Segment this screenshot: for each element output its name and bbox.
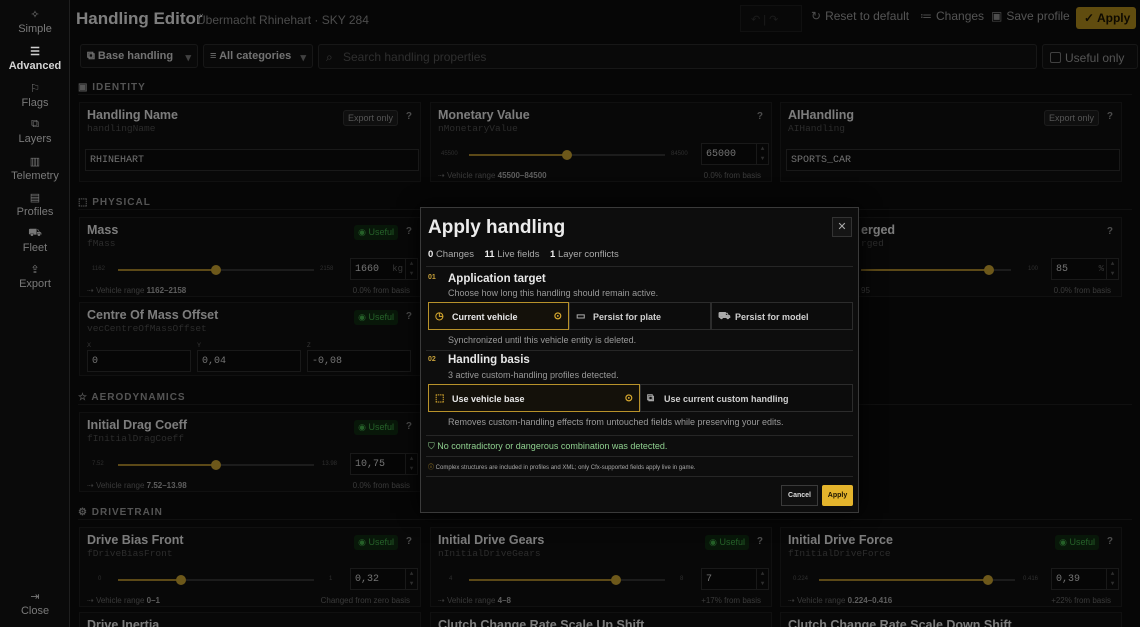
logout-icon: ⇥ — [30, 591, 40, 603]
file-icon: ▤ — [29, 192, 41, 204]
apply-handling-dialog: Apply handling ✕ 0 Changes 11 Live field… — [420, 207, 859, 513]
sidebar-item-layers[interactable]: ⧉ Layers — [0, 118, 70, 145]
step-title: Handling basis — [448, 354, 530, 366]
divider — [426, 435, 853, 436]
sparkle-icon: ✧ — [30, 9, 40, 21]
layers-icon: ⧉ — [31, 118, 39, 130]
validation-text: No contradictory or dangerous combinatio… — [437, 441, 668, 451]
sliders-icon: ☰ — [30, 46, 40, 58]
divider — [426, 476, 853, 477]
sidebar-item-label: Advanced — [8, 60, 62, 72]
option-persist-model[interactable]: ⛟ Persist for model — [711, 302, 853, 330]
dialog-title: Apply handling — [428, 217, 566, 238]
sidebar: ✧ Simple ☰ Advanced ⚐ Flags ⧉ Layers ▥ Teleme… — [0, 0, 70, 627]
shield-check-icon: ⛉ — [428, 441, 438, 451]
sidebar-close-button[interactable]: ⇥ Close — [0, 590, 70, 617]
sidebar-item-label: Telemetry — [11, 170, 59, 182]
option-label: Persist for plate — [593, 312, 662, 322]
divider — [426, 456, 853, 457]
conflicts-label: Layer conflicts — [557, 249, 619, 260]
sidebar-item-profiles[interactable]: ▤ Profiles — [0, 191, 70, 218]
export-icon: ⇪ — [30, 264, 40, 276]
option-current-vehicle[interactable]: ◷ Current vehicle ⊙ — [428, 302, 569, 330]
check-circle-icon: ⊙ — [553, 311, 562, 322]
validation-ok: ⛉ No contradictory or dangerous combinat… — [428, 441, 667, 452]
sidebar-item-label: Fleet — [22, 242, 48, 254]
car-icon: ⛟ — [28, 227, 42, 239]
chart-icon: ▥ — [29, 156, 41, 168]
app-root: ✧ Simple ☰ Advanced ⚐ Flags ⧉ Layers ▥ Teleme… — [0, 0, 1140, 627]
option-label: Current vehicle — [452, 312, 518, 322]
divider — [426, 350, 853, 351]
conflicts-count: 1 — [550, 249, 556, 260]
sidebar-item-advanced[interactable]: ☰ Advanced — [0, 45, 70, 72]
option-note: Removes custom-handling effects from unt… — [448, 417, 784, 427]
check-circle-icon: ⊙ — [624, 393, 633, 404]
dialog-stats: 0 Changes 11 Live fields 1 Layer conflic… — [428, 249, 619, 260]
sidebar-item-fleet[interactable]: ⛟ Fleet — [0, 227, 70, 254]
close-icon[interactable]: ✕ — [832, 217, 852, 237]
sidebar-item-flags[interactable]: ⚐ Flags — [0, 82, 70, 109]
timer-icon: ◷ — [435, 311, 444, 322]
scan-icon: ⬚ — [435, 393, 445, 404]
sidebar-item-label: Simple — [18, 23, 52, 35]
divider — [426, 266, 853, 267]
sidebar-item-label: Flags — [21, 97, 49, 109]
layers-icon: ⧉ — [647, 393, 655, 404]
live-fields-count: 11 — [484, 249, 495, 260]
step-number: 02 — [428, 356, 436, 363]
sidebar-item-export[interactable]: ⇪ Export — [0, 263, 70, 290]
cancel-button[interactable]: Cancel — [781, 485, 818, 506]
sidebar-item-label: Layers — [18, 133, 52, 145]
changes-label: Changes — [435, 249, 474, 260]
live-fields-label: Live fields — [497, 249, 540, 260]
option-label: Persist for model — [735, 312, 809, 322]
car-icon: ⛟ — [718, 311, 731, 322]
option-use-custom-handling[interactable]: ⧉ Use current custom handling — [640, 384, 853, 412]
option-label: Use current custom handling — [664, 394, 789, 404]
changes-count: 0 — [428, 249, 434, 260]
sidebar-item-telemetry[interactable]: ▥ Telemetry — [0, 155, 70, 182]
option-use-vehicle-base[interactable]: ⬚ Use vehicle base ⊙ — [428, 384, 640, 412]
sidebar-item-simple[interactable]: ✧ Simple — [0, 8, 70, 35]
step-title: Application target — [448, 273, 546, 285]
close-label: Close — [20, 605, 50, 617]
sidebar-item-label: Export — [19, 278, 51, 290]
option-label: Use vehicle base — [452, 394, 525, 404]
info-icon: ⓘ — [428, 465, 436, 471]
dialog-apply-button[interactable]: Apply — [822, 485, 853, 506]
flag-icon: ⚐ — [30, 83, 40, 95]
info-note: ⓘ Complex structures are included in pro… — [428, 462, 695, 471]
info-text: Complex structures are included in profi… — [435, 465, 696, 471]
step-description: Choose how long this handling should rem… — [448, 288, 659, 298]
plate-icon: ▭ — [576, 311, 586, 322]
step-description: 3 active custom-handling profiles detect… — [448, 370, 619, 380]
sidebar-item-label: Profiles — [16, 206, 54, 218]
step-number: 01 — [428, 274, 436, 281]
option-note: Synchronized until this vehicle entity i… — [448, 335, 637, 345]
option-persist-plate[interactable]: ▭ Persist for plate — [569, 302, 711, 330]
